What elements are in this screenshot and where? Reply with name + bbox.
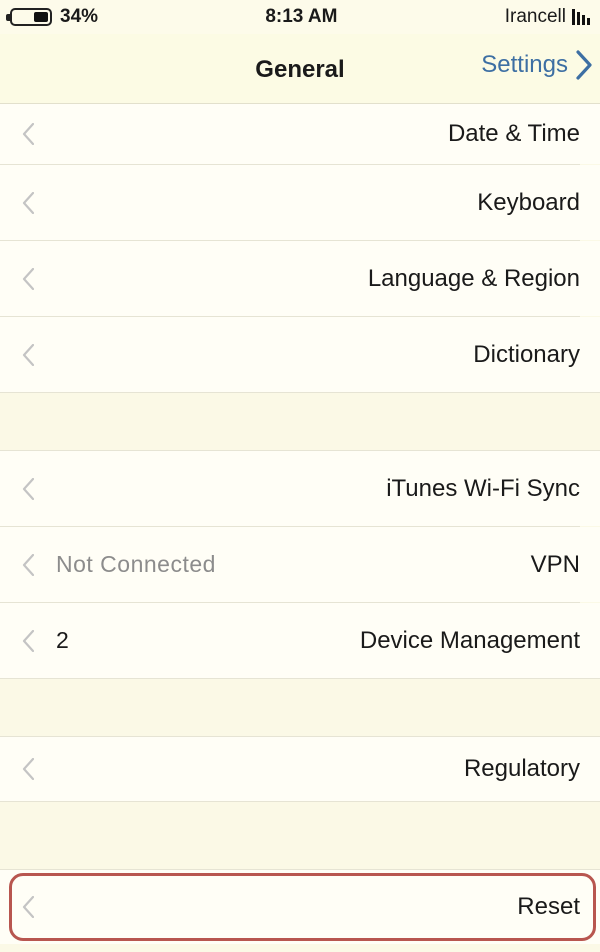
row-device-management[interactable]: 2 Device Management: [0, 603, 600, 678]
status-bar: 34% 8:13 AM Irancell: [0, 0, 600, 34]
row-keyboard[interactable]: Keyboard: [0, 165, 600, 240]
row-vpn[interactable]: Not Connected VPN: [0, 527, 600, 602]
row-label: Dictionary: [473, 340, 580, 368]
chevron-disclosure-icon: [22, 267, 34, 290]
row-label: VPN: [530, 550, 580, 578]
row-label: Date & Time: [447, 120, 580, 147]
chevron-disclosure-icon: [22, 758, 34, 780]
status-time: 8:13 AM: [265, 6, 338, 27]
row-language-region[interactable]: Language & Region: [0, 241, 600, 316]
chevron-disclosure-icon: [22, 123, 34, 145]
carrier-name: Irancell: [504, 6, 566, 27]
row-regulatory[interactable]: Regulatory: [0, 737, 600, 801]
row-label: Keyboard: [477, 188, 580, 216]
row-label: Reset: [517, 893, 580, 920]
row-itunes-wifi-sync[interactable]: iTunes Wi-Fi Sync: [0, 451, 600, 526]
chevron-disclosure-icon: [22, 553, 34, 576]
chevron-disclosure-icon: [22, 191, 34, 214]
row-reset[interactable]: Reset: [0, 870, 600, 944]
battery-percent: 34%: [60, 6, 99, 27]
back-button[interactable]: Settings: [481, 50, 592, 80]
chevron-disclosure-icon: [22, 477, 34, 500]
separator: [0, 801, 600, 802]
row-date-time[interactable]: Date & Time: [0, 104, 600, 164]
separator: [0, 392, 600, 393]
status-right: Irancell: [505, 6, 590, 28]
battery-icon: [6, 8, 52, 26]
profile-count: 2: [56, 627, 70, 653]
chevron-disclosure-icon: [22, 343, 34, 366]
row-label: Device Management: [359, 626, 580, 654]
vpn-status: Not Connected: [56, 551, 216, 577]
row-label: iTunes Wi-Fi Sync: [386, 474, 580, 502]
row-dictionary[interactable]: Dictionary: [0, 317, 600, 392]
row-label: Language & Region: [367, 264, 580, 292]
separator: [0, 678, 600, 679]
signal-bars-icon: [572, 9, 590, 25]
chevron-disclosure-icon: [22, 896, 34, 918]
chevron-disclosure-icon: [22, 629, 34, 652]
status-left: 34%: [6, 6, 99, 28]
back-label: Settings: [481, 51, 568, 78]
navigation-bar: General Settings: [0, 34, 600, 104]
chevron-back-icon: [576, 50, 592, 80]
row-label: Regulatory: [463, 755, 580, 782]
